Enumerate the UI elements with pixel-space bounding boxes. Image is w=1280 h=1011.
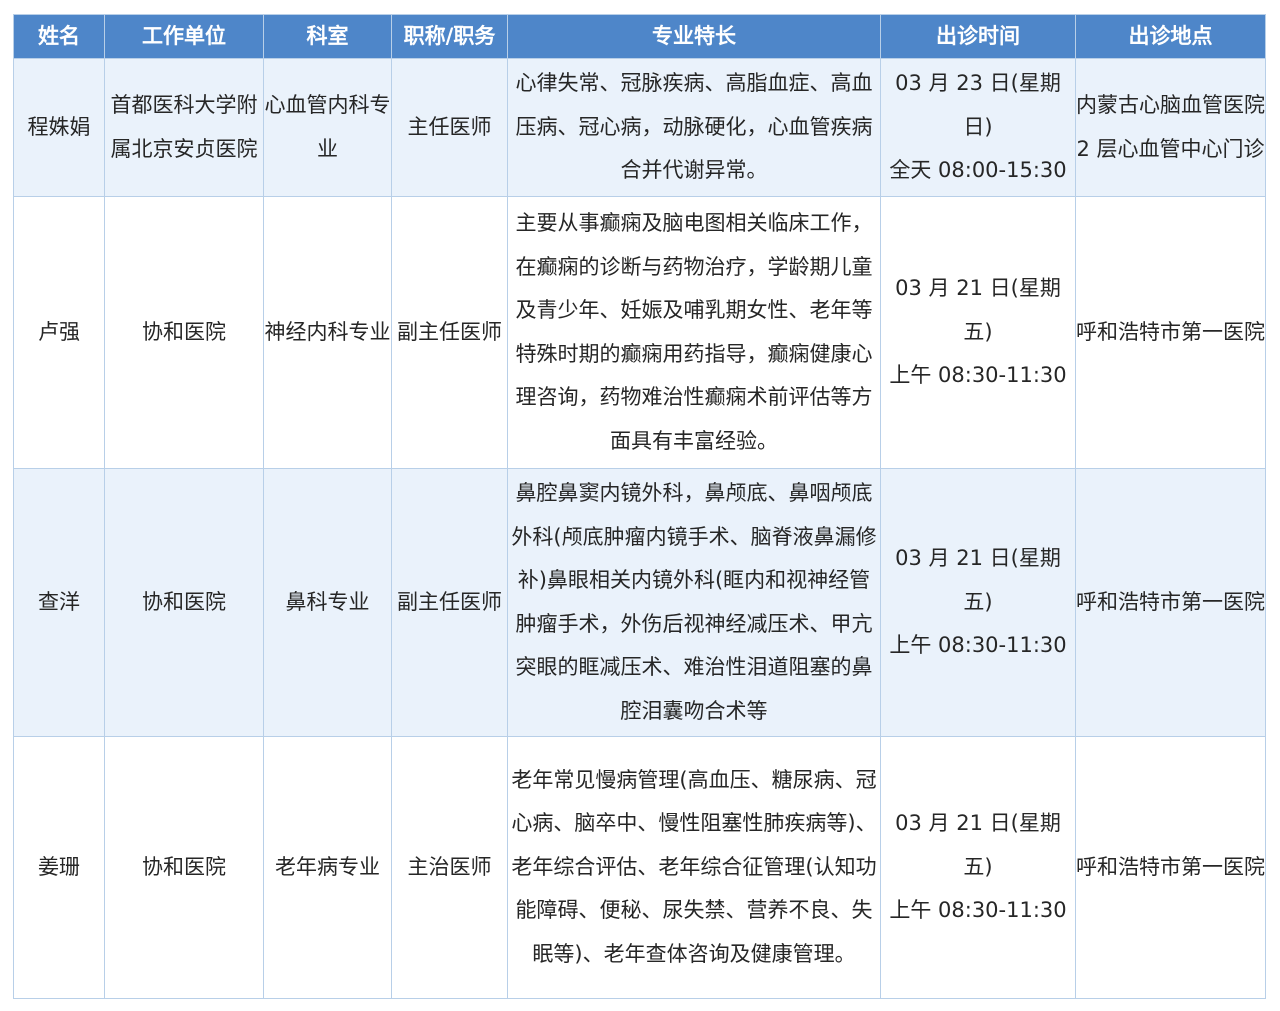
table-row: 卢强 协和医院 神经内科专业 副主任医师 主要从事癫痫及脑电图相关临床工作，在癫…: [13, 196, 1266, 469]
clinic-slot: 上午 08:30-11:30: [889, 363, 1067, 388]
header-name: 姓名: [13, 14, 105, 59]
doctor-specialty: 老年常见慢病管理(高血压、糖尿病、冠心病、脑卒中、慢性阻塞性肺疾病等)、老年综合…: [507, 736, 881, 999]
doctor-name: 卢强: [13, 196, 105, 469]
doctor-name: 程姝娟: [13, 58, 105, 197]
doctor-title: 主任医师: [391, 58, 508, 197]
header-dept: 科室: [263, 14, 392, 59]
header-row: 姓名 工作单位 科室 职称/职务 专业特长 出诊时间 出诊地点: [13, 14, 1266, 59]
doctor-dept: 神经内科专业: [263, 196, 392, 469]
clinic-location: 呼和浩特市第一医院: [1075, 468, 1266, 737]
header-location: 出诊地点: [1075, 14, 1266, 59]
clinic-time: 03 月 23 日(星期日) 全天 08:00-15:30: [880, 58, 1076, 197]
table-row: 姜珊 协和医院 老年病专业 主治医师 老年常见慢病管理(高血压、糖尿病、冠心病、…: [13, 736, 1266, 999]
clinic-schedule-table: 姓名 工作单位 科室 职称/职务 专业特长 出诊时间 出诊地点 程姝娟 首都医科…: [13, 14, 1266, 999]
clinic-slot: 上午 08:30-11:30: [889, 898, 1067, 923]
clinic-time: 03 月 21 日(星期五) 上午 08:30-11:30: [880, 736, 1076, 999]
doctor-specialty: 主要从事癫痫及脑电图相关临床工作，在癫痫的诊断与药物治疗，学龄期儿童及青少年、妊…: [507, 196, 881, 469]
clinic-location: 内蒙古心脑血管医院 2 层心血管中心门诊: [1075, 58, 1266, 197]
doctor-unit: 协和医院: [104, 196, 264, 469]
doctor-name: 查洋: [13, 468, 105, 737]
doctor-unit: 协和医院: [104, 736, 264, 999]
doctor-title: 副主任医师: [391, 196, 508, 469]
clinic-time: 03 月 21 日(星期五) 上午 08:30-11:30: [880, 196, 1076, 469]
doctor-title: 副主任医师: [391, 468, 508, 737]
doctor-unit: 首都医科大学附属北京安贞医院: [104, 58, 264, 197]
clinic-slot: 全天 08:00-15:30: [889, 158, 1067, 183]
clinic-date: 03 月 23 日(星期日): [895, 71, 1061, 139]
clinic-date: 03 月 21 日(星期五): [895, 276, 1061, 344]
doctor-name: 姜珊: [13, 736, 105, 999]
table-row: 查洋 协和医院 鼻科专业 副主任医师 鼻腔鼻窦内镜外科，鼻颅底、鼻咽颅底外科(颅…: [13, 468, 1266, 737]
header-time: 出诊时间: [880, 14, 1076, 59]
doctor-title: 主治医师: [391, 736, 508, 999]
clinic-time: 03 月 21 日(星期五) 上午 08:30-11:30: [880, 468, 1076, 737]
clinic-slot: 上午 08:30-11:30: [889, 633, 1067, 658]
header-title: 职称/职务: [391, 14, 508, 59]
table-row: 程姝娟 首都医科大学附属北京安贞医院 心血管内科专业 主任医师 心律失常、冠脉疾…: [13, 58, 1266, 197]
doctor-unit: 协和医院: [104, 468, 264, 737]
clinic-location: 呼和浩特市第一医院: [1075, 736, 1266, 999]
clinic-location: 呼和浩特市第一医院: [1075, 196, 1266, 469]
doctor-specialty: 心律失常、冠脉疾病、高脂血症、高血压病、冠心病，动脉硬化，心血管疾病合并代谢异常…: [507, 58, 881, 197]
header-unit: 工作单位: [104, 14, 264, 59]
doctor-dept: 心血管内科专业: [263, 58, 392, 197]
doctor-dept: 老年病专业: [263, 736, 392, 999]
doctor-dept: 鼻科专业: [263, 468, 392, 737]
clinic-date: 03 月 21 日(星期五): [895, 546, 1061, 614]
clinic-date: 03 月 21 日(星期五): [895, 811, 1061, 879]
header-specialty: 专业特长: [507, 14, 881, 59]
doctor-specialty: 鼻腔鼻窦内镜外科，鼻颅底、鼻咽颅底外科(颅底肿瘤内镜手术、脑脊液鼻漏修补)鼻眼相…: [507, 468, 881, 737]
